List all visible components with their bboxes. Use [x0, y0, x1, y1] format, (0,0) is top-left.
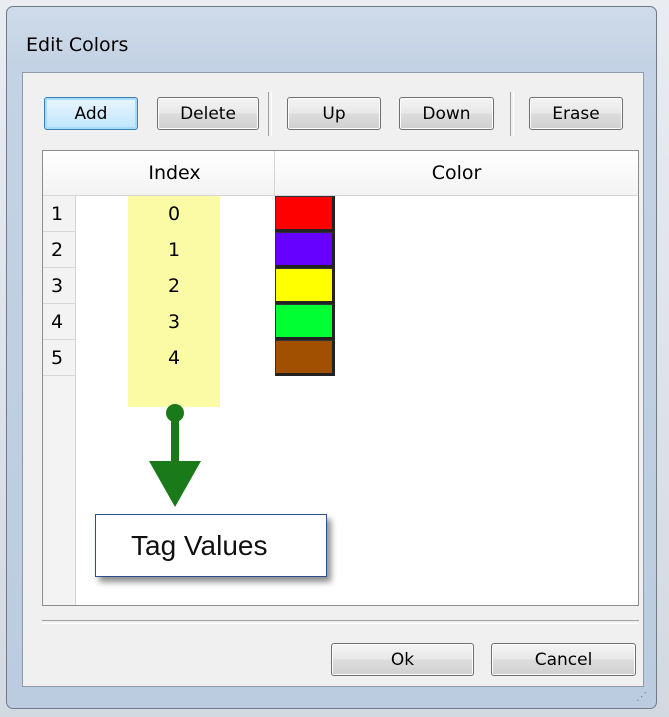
color-swatch[interactable]	[275, 268, 335, 304]
up-button[interactable]: Up	[287, 97, 381, 130]
footer-divider	[42, 620, 639, 624]
color-swatch[interactable]	[275, 340, 335, 376]
color-swatch[interactable]	[275, 196, 335, 232]
erase-button[interactable]: Erase	[529, 97, 623, 130]
index-cell[interactable]: 0	[128, 196, 220, 232]
row-header[interactable]: 3	[43, 268, 75, 304]
toolbar-separator	[510, 92, 514, 136]
dialog-title: Edit Colors	[26, 34, 129, 56]
row-header[interactable]: 5	[43, 340, 75, 376]
color-swatch[interactable]	[275, 232, 335, 268]
index-cell[interactable]: 2	[128, 268, 220, 304]
cancel-button[interactable]: Cancel	[491, 643, 636, 676]
toolbar-separator	[268, 92, 272, 136]
resize-grip-icon[interactable]: ⋰	[636, 690, 647, 703]
index-cell[interactable]: 3	[128, 304, 220, 340]
add-button[interactable]: Add	[44, 97, 138, 130]
down-button[interactable]: Down	[399, 97, 494, 130]
color-swatch[interactable]	[275, 304, 335, 340]
row-header[interactable]: 1	[43, 196, 75, 232]
column-header-color[interactable]: Color	[275, 151, 638, 195]
index-cell[interactable]: 1	[128, 232, 220, 268]
row-header[interactable]: 2	[43, 232, 75, 268]
row-header[interactable]: 4	[43, 304, 75, 340]
column-header-index[interactable]: Index	[75, 151, 275, 195]
grid-header: Index Color	[43, 151, 638, 196]
ok-button[interactable]: Ok	[331, 643, 474, 676]
index-cell[interactable]: 4	[128, 340, 220, 376]
delete-button[interactable]: Delete	[157, 97, 259, 130]
tag-values-callout: Tag Values	[95, 514, 327, 577]
